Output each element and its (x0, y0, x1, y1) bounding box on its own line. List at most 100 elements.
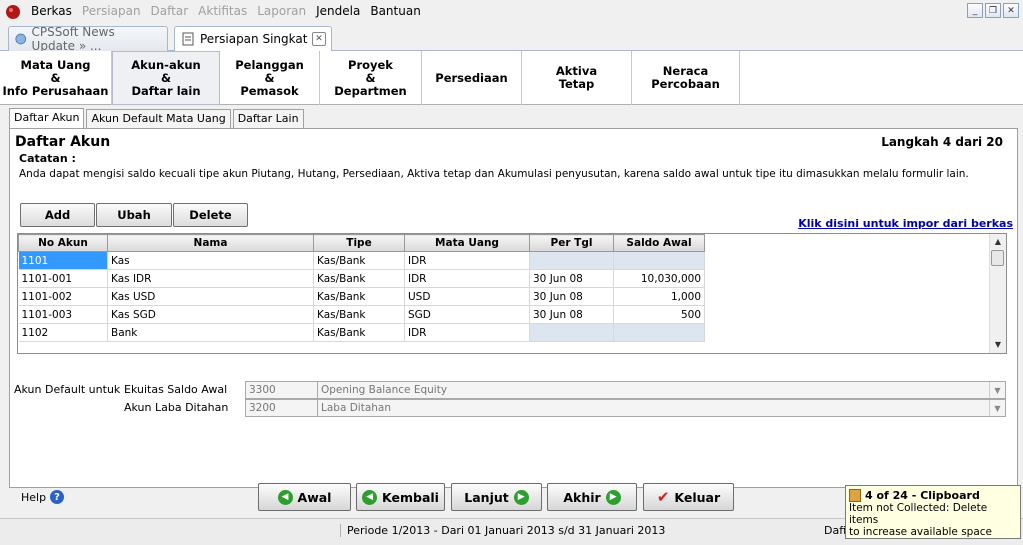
account-grid[interactable]: No Akun Nama Tipe Mata Uang Per Tgl Sald… (17, 233, 1007, 354)
menu-berkas[interactable]: Berkas (26, 4, 77, 18)
table-row[interactable]: 1101 Kas Kas/Bank IDR (18, 251, 705, 270)
minimize-icon[interactable]: _ (967, 3, 983, 18)
cell-saldo-awal[interactable]: 500 (613, 305, 705, 324)
column-header[interactable]: Per Tgl (529, 234, 614, 252)
cell-tipe[interactable]: Kas/Bank (313, 287, 405, 306)
cell-no-akun[interactable]: 1101 (18, 251, 108, 270)
scroll-thumb[interactable] (991, 250, 1004, 266)
wizard-steps: Mata Uang & Info Perusahaan Akun-akun & … (0, 51, 1023, 105)
clipboard-tooltip[interactable]: 4 of 24 - Clipboard Item not Collected: … (845, 485, 1021, 539)
table-row[interactable]: 1101-001 Kas IDR Kas/Bank IDR 30 Jun 08 … (18, 269, 705, 288)
help-icon[interactable]: ? (50, 490, 65, 504)
menu-jendela[interactable]: Jendela (311, 4, 365, 18)
cell-no-akun[interactable]: 1101-001 (18, 269, 108, 288)
app-logo-icon (6, 5, 20, 19)
cell-per-tgl[interactable]: 30 Jun 08 (529, 305, 614, 324)
tab-label: CPSSoft News Update » ... (31, 25, 115, 53)
cell-saldo-awal[interactable]: 10,030,000 (613, 269, 705, 288)
column-header[interactable]: Tipe (313, 234, 405, 252)
cell-mata-uang[interactable]: IDR (404, 251, 530, 270)
cell-saldo-awal[interactable] (613, 323, 705, 342)
cell-per-tgl[interactable] (529, 251, 614, 270)
help-link[interactable]: Help ? (21, 490, 65, 504)
menu-aktifitas[interactable]: Aktifitas (193, 4, 252, 18)
table-row[interactable]: 1101-002 Kas USD Kas/Bank USD 30 Jun 08 … (18, 287, 705, 306)
grid-scrollbar[interactable]: ▲ ▼ (989, 234, 1006, 353)
column-header[interactable]: No Akun (18, 234, 108, 252)
subtab-daftar-akun[interactable]: Daftar Akun (9, 108, 85, 129)
arrow-left-icon: ◀ (362, 489, 378, 505)
step-pelanggan[interactable]: Pelanggan & Pemasok (220, 51, 320, 105)
back-button[interactable]: ◀ Kembali (356, 483, 445, 511)
exit-button[interactable]: ✔ Keluar (643, 483, 734, 511)
cell-per-tgl[interactable]: 30 Jun 08 (529, 269, 614, 288)
table-row[interactable]: 1102 Bank Kas/Bank IDR (18, 323, 705, 342)
table-row[interactable]: 1101-003 Kas SGD Kas/Bank SGD 30 Jun 08 … (18, 305, 705, 324)
first-label: Awal (297, 489, 332, 505)
menu-daftar[interactable]: Daftar (146, 4, 194, 18)
column-header[interactable]: Saldo Awal (613, 234, 705, 252)
document-tabs: CPSSoft News Update » ... Persiapan Sing… (0, 24, 1023, 53)
menu-laporan[interactable]: Laporan (252, 4, 311, 18)
default-accounts-label: Akun Default untuk (14, 383, 121, 396)
retained-name: Laba Ditahan (321, 402, 392, 414)
last-button[interactable]: Akhir ▶ (547, 483, 637, 511)
scroll-down-icon[interactable]: ▼ (990, 337, 1006, 353)
edit-button[interactable]: Ubah (96, 203, 172, 227)
add-button[interactable]: Add (20, 203, 95, 227)
first-button[interactable]: ◀ Awal (258, 483, 351, 511)
cell-nama[interactable]: Kas USD (107, 287, 314, 306)
step-akun-akun[interactable]: Akun-akun & Daftar lain (112, 51, 220, 105)
step-proyek[interactable]: Proyek & Departmen (320, 51, 422, 105)
table-header-row: No Akun Nama Tipe Mata Uang Per Tgl Sald… (18, 234, 705, 252)
column-header[interactable]: Nama (107, 234, 314, 252)
cell-per-tgl[interactable]: 30 Jun 08 (529, 287, 614, 306)
cell-mata-uang[interactable]: SGD (404, 305, 530, 324)
arrow-right-icon: ▶ (513, 489, 529, 505)
back-label: Kembali (382, 489, 439, 505)
close-tab-icon[interactable]: ✕ (312, 32, 326, 46)
cell-mata-uang[interactable]: IDR (404, 323, 530, 342)
close-icon[interactable]: ✕ (1003, 3, 1019, 18)
cell-tipe[interactable]: Kas/Bank (313, 251, 405, 270)
column-header[interactable]: Mata Uang (404, 234, 530, 252)
cell-nama[interactable]: Kas IDR (107, 269, 314, 288)
step-mata-uang[interactable]: Mata Uang & Info Perusahaan (0, 51, 112, 105)
tab-persiapan-singkat[interactable]: Persiapan Singkat ✕ (174, 26, 332, 51)
cell-tipe[interactable]: Kas/Bank (313, 269, 405, 288)
import-link[interactable]: Klik disini untuk impor dari berkas (798, 217, 1013, 230)
cell-mata-uang[interactable]: USD (404, 287, 530, 306)
step-aktiva-tetap[interactable]: Aktiva Tetap (522, 51, 632, 105)
cell-mata-uang[interactable]: IDR (404, 269, 530, 288)
cell-no-akun[interactable]: 1101-002 (18, 287, 108, 306)
cell-nama[interactable]: Kas SGD (107, 305, 314, 324)
equity-account-select[interactable]: 3300 Opening Balance Equity ▼ (245, 381, 1006, 399)
cell-tipe[interactable]: Kas/Bank (313, 323, 405, 342)
subtab-akun-default[interactable]: Akun Default Mata Uang (86, 109, 231, 129)
next-label: Lanjut (464, 489, 509, 505)
chevron-down-icon[interactable]: ▼ (989, 382, 1005, 398)
menu-bantuan[interactable]: Bantuan (365, 4, 425, 18)
chevron-down-icon[interactable]: ▼ (989, 400, 1005, 416)
retained-earnings-label: Akun Laba Ditahan (124, 401, 229, 414)
next-button[interactable]: Lanjut ▶ (451, 483, 542, 511)
delete-button[interactable]: Delete (173, 203, 248, 227)
scroll-up-icon[interactable]: ▲ (990, 234, 1006, 250)
cell-tipe[interactable]: Kas/Bank (313, 305, 405, 324)
subtab-daftar-lain[interactable]: Daftar Lain (232, 109, 304, 129)
cell-no-akun[interactable]: 1101-003 (18, 305, 108, 324)
account-panel: Daftar Akun Langkah 4 dari 20 Catatan : … (9, 128, 1018, 488)
retained-account-select[interactable]: 3200 Laba Ditahan ▼ (245, 399, 1006, 417)
cell-nama[interactable]: Kas (107, 251, 314, 270)
restore-icon[interactable]: ❐ (985, 3, 1001, 18)
step-persediaan[interactable]: Persediaan (422, 51, 522, 105)
cell-saldo-awal[interactable]: 1,000 (613, 287, 705, 306)
cell-saldo-awal[interactable] (613, 251, 705, 270)
cell-no-akun[interactable]: 1102 (18, 323, 108, 342)
tab-news-update[interactable]: CPSSoft News Update » ... (8, 25, 168, 53)
cell-per-tgl[interactable] (529, 323, 614, 342)
note-text: Anda dapat mengisi saldo kecuali tipe ak… (19, 168, 969, 180)
cell-nama[interactable]: Bank (107, 323, 314, 342)
step-neraca-percobaan[interactable]: Neraca Percobaan (632, 51, 740, 105)
menu-persiapan[interactable]: Persiapan (77, 4, 146, 18)
